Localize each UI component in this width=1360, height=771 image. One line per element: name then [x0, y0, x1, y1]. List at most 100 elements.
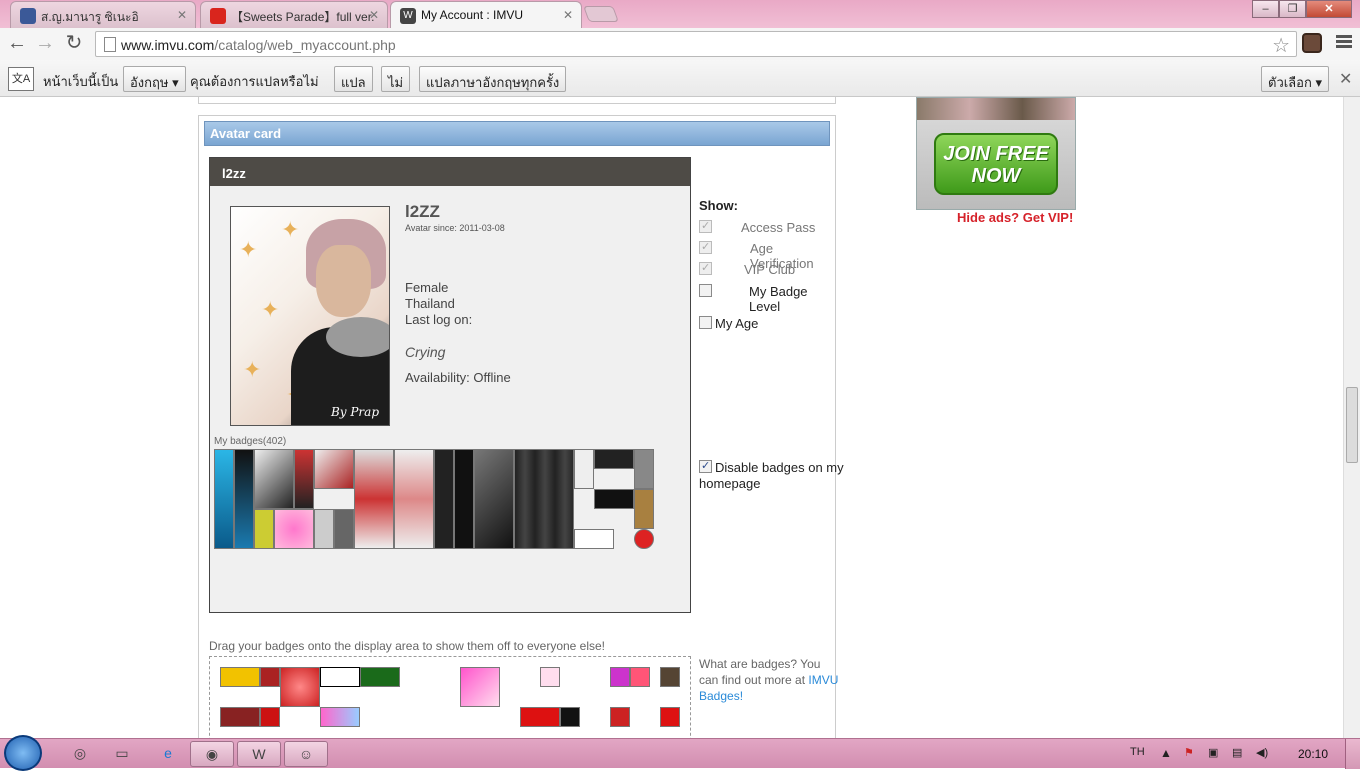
badge[interactable] — [260, 667, 280, 687]
volume-icon[interactable]: ◀) — [1256, 746, 1268, 759]
badge[interactable] — [630, 667, 650, 687]
badge[interactable] — [634, 489, 654, 529]
join-free-button[interactable]: JOIN FREE NOW — [934, 133, 1058, 195]
address-bar[interactable]: www.imvu.com/catalog/web_myaccount.php ☆ — [95, 31, 1297, 57]
new-tab-button[interactable] — [583, 6, 619, 22]
badge[interactable] — [634, 529, 654, 549]
action-center-icon[interactable]: ⚑ — [1184, 746, 1194, 759]
badge[interactable] — [394, 449, 434, 549]
maximize-button[interactable]: ❐ — [1279, 0, 1306, 18]
tab-youtube[interactable]: 【Sweets Parade】full ver. ✕ — [200, 1, 388, 28]
back-icon[interactable]: ← — [5, 32, 29, 56]
leaf-decoration: ✦ — [239, 237, 258, 262]
tab-close-icon[interactable]: ✕ — [177, 8, 187, 22]
badge[interactable] — [514, 449, 574, 549]
badge[interactable] — [320, 667, 360, 687]
tab-imvu[interactable]: W My Account : IMVU ✕ — [390, 1, 582, 29]
bookmark-star-icon[interactable]: ☆ — [1272, 33, 1290, 58]
badge[interactable] — [540, 667, 560, 687]
badge[interactable] — [610, 707, 630, 727]
translate-button[interactable]: แปล — [334, 66, 373, 92]
forward-icon[interactable]: → — [33, 32, 57, 56]
badge-drag-area[interactable] — [209, 656, 691, 738]
badge[interactable] — [660, 667, 680, 687]
badge-level-checkbox[interactable] — [699, 284, 712, 297]
tab-label: 【Sweets Parade】full ver. — [231, 10, 375, 24]
badge[interactable] — [474, 449, 514, 549]
access-pass-checkbox[interactable] — [699, 219, 712, 233]
minimize-button[interactable]: – — [1252, 0, 1279, 18]
badge[interactable] — [334, 509, 354, 549]
my-age-checkbox[interactable] — [699, 316, 712, 329]
badge[interactable] — [220, 707, 260, 727]
badge[interactable] — [634, 449, 654, 489]
badge[interactable] — [260, 707, 280, 727]
badge[interactable] — [274, 509, 314, 549]
youtube-icon — [210, 8, 226, 24]
instagram-extension-icon[interactable] — [1302, 33, 1322, 53]
badge[interactable] — [280, 667, 320, 707]
advertisement[interactable]: JOIN FREE NOW — [916, 97, 1076, 210]
vertical-scrollbar[interactable] — [1343, 97, 1360, 738]
translate-question: คุณต้องการแปลหรือไม่ — [190, 74, 319, 89]
badge[interactable] — [520, 707, 560, 727]
start-button[interactable] — [4, 735, 42, 771]
badge[interactable] — [294, 449, 314, 509]
page-icon — [104, 37, 116, 52]
age-verification-checkbox[interactable] — [699, 240, 712, 254]
badge[interactable] — [314, 449, 354, 489]
badge[interactable] — [360, 667, 400, 687]
options-button[interactable]: ตัวเลือก ▾ — [1261, 66, 1329, 92]
hide-ads-link[interactable]: Hide ads? Get VIP! — [957, 210, 1073, 225]
language-indicator[interactable]: TH — [1130, 746, 1145, 758]
badge[interactable] — [594, 449, 634, 469]
tab-facebook[interactable]: ส.ญ.มานารู ซิเนะอิ ✕ — [10, 1, 196, 28]
imvu-icon: W — [400, 8, 416, 24]
last-log: Last log on: — [405, 312, 473, 327]
media-player-icon[interactable]: ◎ — [58, 741, 102, 767]
avatar-image[interactable]: ✦ ✦ ✦ ✦ ✦ By Prap — [230, 206, 390, 426]
clock[interactable]: 20:10 — [1298, 747, 1328, 761]
badge[interactable] — [354, 449, 394, 549]
messenger-icon[interactable]: ☺ — [284, 741, 328, 767]
reload-icon[interactable]: ↻ — [62, 32, 86, 56]
badge[interactable] — [314, 509, 334, 549]
chrome-icon[interactable]: ◉ — [190, 741, 234, 767]
badge[interactable] — [574, 529, 614, 549]
no-translate-button[interactable]: ไม่ — [381, 66, 411, 92]
badge[interactable] — [220, 667, 260, 687]
always-translate-button[interactable]: แปลภาษาอังกฤษทุกครั้ง — [419, 66, 567, 92]
scrollbar-thumb[interactable] — [1346, 387, 1358, 463]
badge[interactable] — [254, 449, 294, 509]
badge[interactable] — [320, 707, 360, 727]
badge[interactable] — [234, 449, 254, 549]
badge[interactable] — [594, 489, 634, 509]
badge[interactable] — [214, 449, 234, 549]
vip-club-checkbox[interactable] — [699, 261, 712, 275]
close-window-button[interactable]: ✕ — [1306, 0, 1352, 18]
close-icon[interactable]: ✕ — [1339, 69, 1352, 89]
menu-icon[interactable] — [1336, 33, 1352, 51]
url-text: www.imvu.com/catalog/web_myaccount.php — [121, 37, 396, 53]
badge[interactable] — [460, 667, 500, 707]
show-hidden-icons[interactable]: ▲ — [1160, 746, 1172, 760]
usb-icon[interactable]: ▣ — [1208, 746, 1218, 759]
tab-close-icon[interactable]: ✕ — [369, 8, 379, 22]
language-select[interactable]: อังกฤษ ▾ — [123, 66, 186, 92]
tab-close-icon[interactable]: ✕ — [563, 8, 573, 22]
show-desktop-button[interactable] — [1345, 739, 1360, 769]
previous-section-bottom — [198, 97, 836, 104]
internet-explorer-icon[interactable]: e — [146, 741, 190, 767]
badge[interactable] — [454, 449, 474, 549]
tab-label: ส.ญ.มานารู ซิเนะอิ — [41, 10, 139, 24]
leaf-decoration: ✦ — [261, 297, 280, 322]
imvu-taskbar-icon[interactable]: W — [237, 741, 281, 767]
badge[interactable] — [434, 449, 454, 549]
badge[interactable] — [254, 509, 274, 549]
badge[interactable] — [610, 667, 630, 687]
badge[interactable] — [574, 449, 594, 489]
badge[interactable] — [560, 707, 580, 727]
explorer-icon[interactable]: ▭ — [100, 741, 144, 767]
network-icon[interactable]: ▤ — [1232, 746, 1242, 759]
badge[interactable] — [660, 707, 680, 727]
